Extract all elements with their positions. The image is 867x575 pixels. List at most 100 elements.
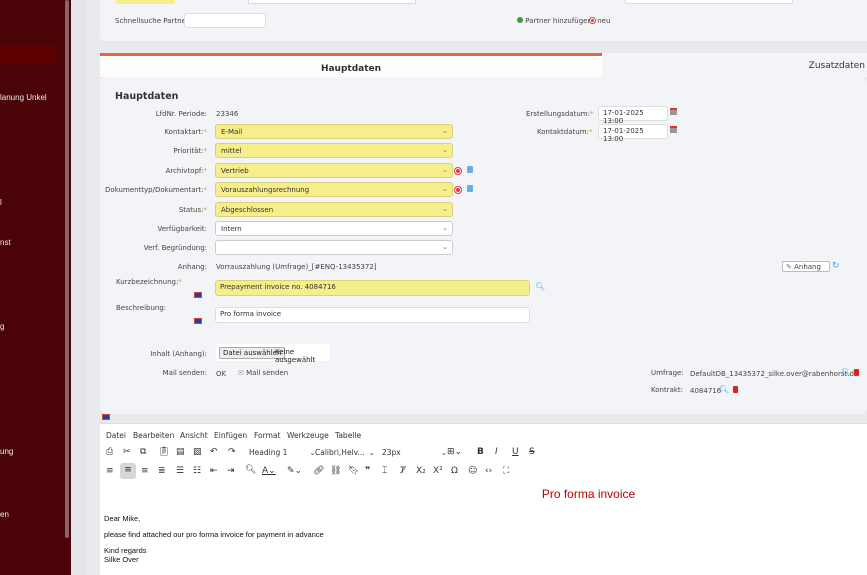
editor-line[interactable]: Kind regards <box>104 546 147 555</box>
prioritaet-select[interactable]: mittel ⌄ <box>215 143 453 158</box>
menu-werkzeuge[interactable]: Werkzeuge <box>287 431 329 440</box>
new-link[interactable]: neu <box>590 17 610 25</box>
sidebar-item[interactable]: en <box>0 510 9 519</box>
sidebar-item[interactable]: g <box>0 322 4 331</box>
page-break-icon[interactable]: ⌶ <box>382 466 387 476</box>
add-partner-link[interactable]: Partner hinzufügen <box>517 17 592 25</box>
remove-icon[interactable] <box>455 187 461 193</box>
lfdnr-value: 23346 <box>216 110 239 118</box>
outdent-icon[interactable]: ⇤ <box>210 466 218 476</box>
subscript-icon[interactable]: X₂ <box>416 466 426 476</box>
editor-line[interactable]: Dear Mike, <box>104 514 140 523</box>
tab-zusatzdaten[interactable]: Zusatzdaten <box>809 61 865 71</box>
calendar-icon[interactable] <box>670 126 677 133</box>
menu-ansicht[interactable]: Ansicht <box>180 431 208 440</box>
trash-icon[interactable] <box>733 386 738 393</box>
begruendung-select[interactable]: ⌄ <box>215 240 453 255</box>
chevron-down-icon: ⌄ <box>442 146 448 154</box>
strikethrough-icon[interactable]: S <box>529 447 535 457</box>
special-char-icon[interactable]: Ω <box>451 466 458 476</box>
file-input[interactable]: Datei auswählen Keine ausgewählt <box>216 344 330 364</box>
menu-einfuegen[interactable]: Einfügen <box>214 431 247 440</box>
tab-hauptdaten[interactable]: Hauptdaten <box>100 53 602 77</box>
numbered-list-icon[interactable]: ☷ <box>193 466 201 476</box>
bullet-list-icon[interactable]: ☰ <box>176 466 184 476</box>
print-icon[interactable]: ⎙ <box>106 447 113 457</box>
partner-field[interactable] <box>115 0 175 4</box>
verfuegbarkeit-select[interactable]: Intern ⌄ <box>215 221 453 236</box>
clear-format-icon[interactable]: T̷ <box>400 466 406 476</box>
erstellung-input[interactable]: 17-01-2025 13:00 <box>598 106 668 125</box>
search-icon[interactable]: 🔍︎ <box>841 368 851 377</box>
kontaktdatum-input[interactable]: 17-01-2025 13:00 <box>598 124 668 143</box>
highlight-icon[interactable]: ✎⌄ <box>287 466 302 476</box>
editor-heading[interactable]: Pro forma invoice <box>100 487 867 501</box>
search-icon[interactable]: 🔍︎ <box>535 282 545 291</box>
image-icon[interactable]: ▨ <box>193 447 202 457</box>
mail-send-link[interactable]: ✉ Mail senden <box>238 369 288 377</box>
emoji-icon[interactable]: ☺ <box>468 466 477 476</box>
paste-text-icon[interactable]: ▤ <box>176 447 185 457</box>
menu-bearbeiten[interactable]: Bearbeiten <box>133 431 174 440</box>
sidebar-active-item[interactable] <box>0 46 56 64</box>
menu-tabelle[interactable]: Tabelle <box>335 431 361 440</box>
sidebar-scrollbar[interactable] <box>65 0 69 538</box>
partner-select[interactable] <box>248 0 416 4</box>
table-icon[interactable]: ⊞⌄ <box>447 447 462 457</box>
font-family-select[interactable]: Calibri,Helv... ⌄ <box>315 448 375 457</box>
umfrage-value[interactable]: DefaultDB_13435372_silke.over@rabenhorst… <box>690 370 858 378</box>
paste-icon[interactable]: 📋︎ <box>158 447 169 457</box>
cut-icon[interactable]: ✂ <box>123 447 131 457</box>
sidebar-item[interactable]: l <box>0 198 2 207</box>
doktyp-select[interactable]: Vorauszahlungsrechnung ⌄ <box>215 182 453 197</box>
font-size-select[interactable]: 23px ⌄ <box>382 448 447 457</box>
text-color-icon[interactable]: A⌄ <box>262 466 276 476</box>
archivtopf-select[interactable]: Vertrieb ⌄ <box>215 163 453 178</box>
underline-icon[interactable]: U <box>512 447 519 457</box>
bookmark-icon[interactable]: 🔖︎ <box>348 466 359 476</box>
partner-field-2[interactable] <box>625 0 793 4</box>
quicksearch-input[interactable] <box>184 13 266 28</box>
menu-datei[interactable]: Datei <box>106 431 126 440</box>
search-icon[interactable]: 🔍︎ <box>719 385 729 394</box>
kontrakt-value[interactable]: 4084716 <box>690 387 721 395</box>
calendar-icon[interactable] <box>670 108 677 115</box>
anhang-button[interactable]: ✎ Anhang <box>782 261 830 272</box>
undo-icon[interactable]: ↶ <box>210 447 218 457</box>
trash-icon[interactable] <box>854 369 859 376</box>
uk-flag-icon[interactable] <box>194 318 202 324</box>
redo-icon[interactable]: ↷ <box>228 447 236 457</box>
sidebar-item[interactable]: nst <box>0 238 11 247</box>
align-center-icon[interactable]: ≡ <box>120 463 136 479</box>
remove-icon[interactable] <box>455 168 461 174</box>
sidebar-item[interactable]: ung <box>0 447 13 456</box>
superscript-icon[interactable]: X² <box>433 466 443 476</box>
edit-document-icon[interactable] <box>467 166 473 173</box>
italic-icon[interactable]: I <box>495 447 498 457</box>
edit-document-icon[interactable] <box>467 185 473 192</box>
link-icon[interactable]: 🔗︎ <box>313 466 324 476</box>
beschreibung-input[interactable]: Pro forma invoice <box>215 307 530 323</box>
block-format-select[interactable]: Heading 1 ⌄ <box>249 448 316 457</box>
sidebar-item[interactable]: lanung Unkel <box>0 93 47 102</box>
align-right-icon[interactable]: ≡ <box>141 466 149 476</box>
source-code-icon[interactable]: ‹› <box>485 466 492 476</box>
justify-icon[interactable]: ≣ <box>158 466 166 476</box>
align-left-icon[interactable]: ≡ <box>106 466 114 476</box>
blockquote-icon[interactable]: ❞ <box>365 466 370 476</box>
uk-flag-icon[interactable] <box>194 292 202 298</box>
find-icon[interactable]: 🔍︎ <box>245 465 256 475</box>
unlink-icon[interactable]: ⛓ <box>330 466 341 476</box>
kontaktart-select[interactable]: E-Mail ⌄ <box>215 124 453 139</box>
uk-flag-icon[interactable] <box>102 414 110 420</box>
status-select[interactable]: Abgeschlossen ⌄ <box>215 202 453 217</box>
kurz-input[interactable]: Prepayment invoice no. 4084716 <box>215 280 530 296</box>
menu-format[interactable]: Format <box>254 431 280 440</box>
editor-line[interactable]: please find attached our pro forma invoi… <box>104 530 324 539</box>
indent-icon[interactable]: ⇥ <box>227 466 235 476</box>
copy-icon[interactable]: ⧉ <box>140 447 146 457</box>
refresh-icon[interactable]: ↻ <box>832 261 840 271</box>
fullscreen-icon[interactable]: ⛶ <box>503 466 509 476</box>
bold-icon[interactable]: B <box>477 447 484 457</box>
editor-line[interactable]: Silke Over <box>104 555 139 564</box>
